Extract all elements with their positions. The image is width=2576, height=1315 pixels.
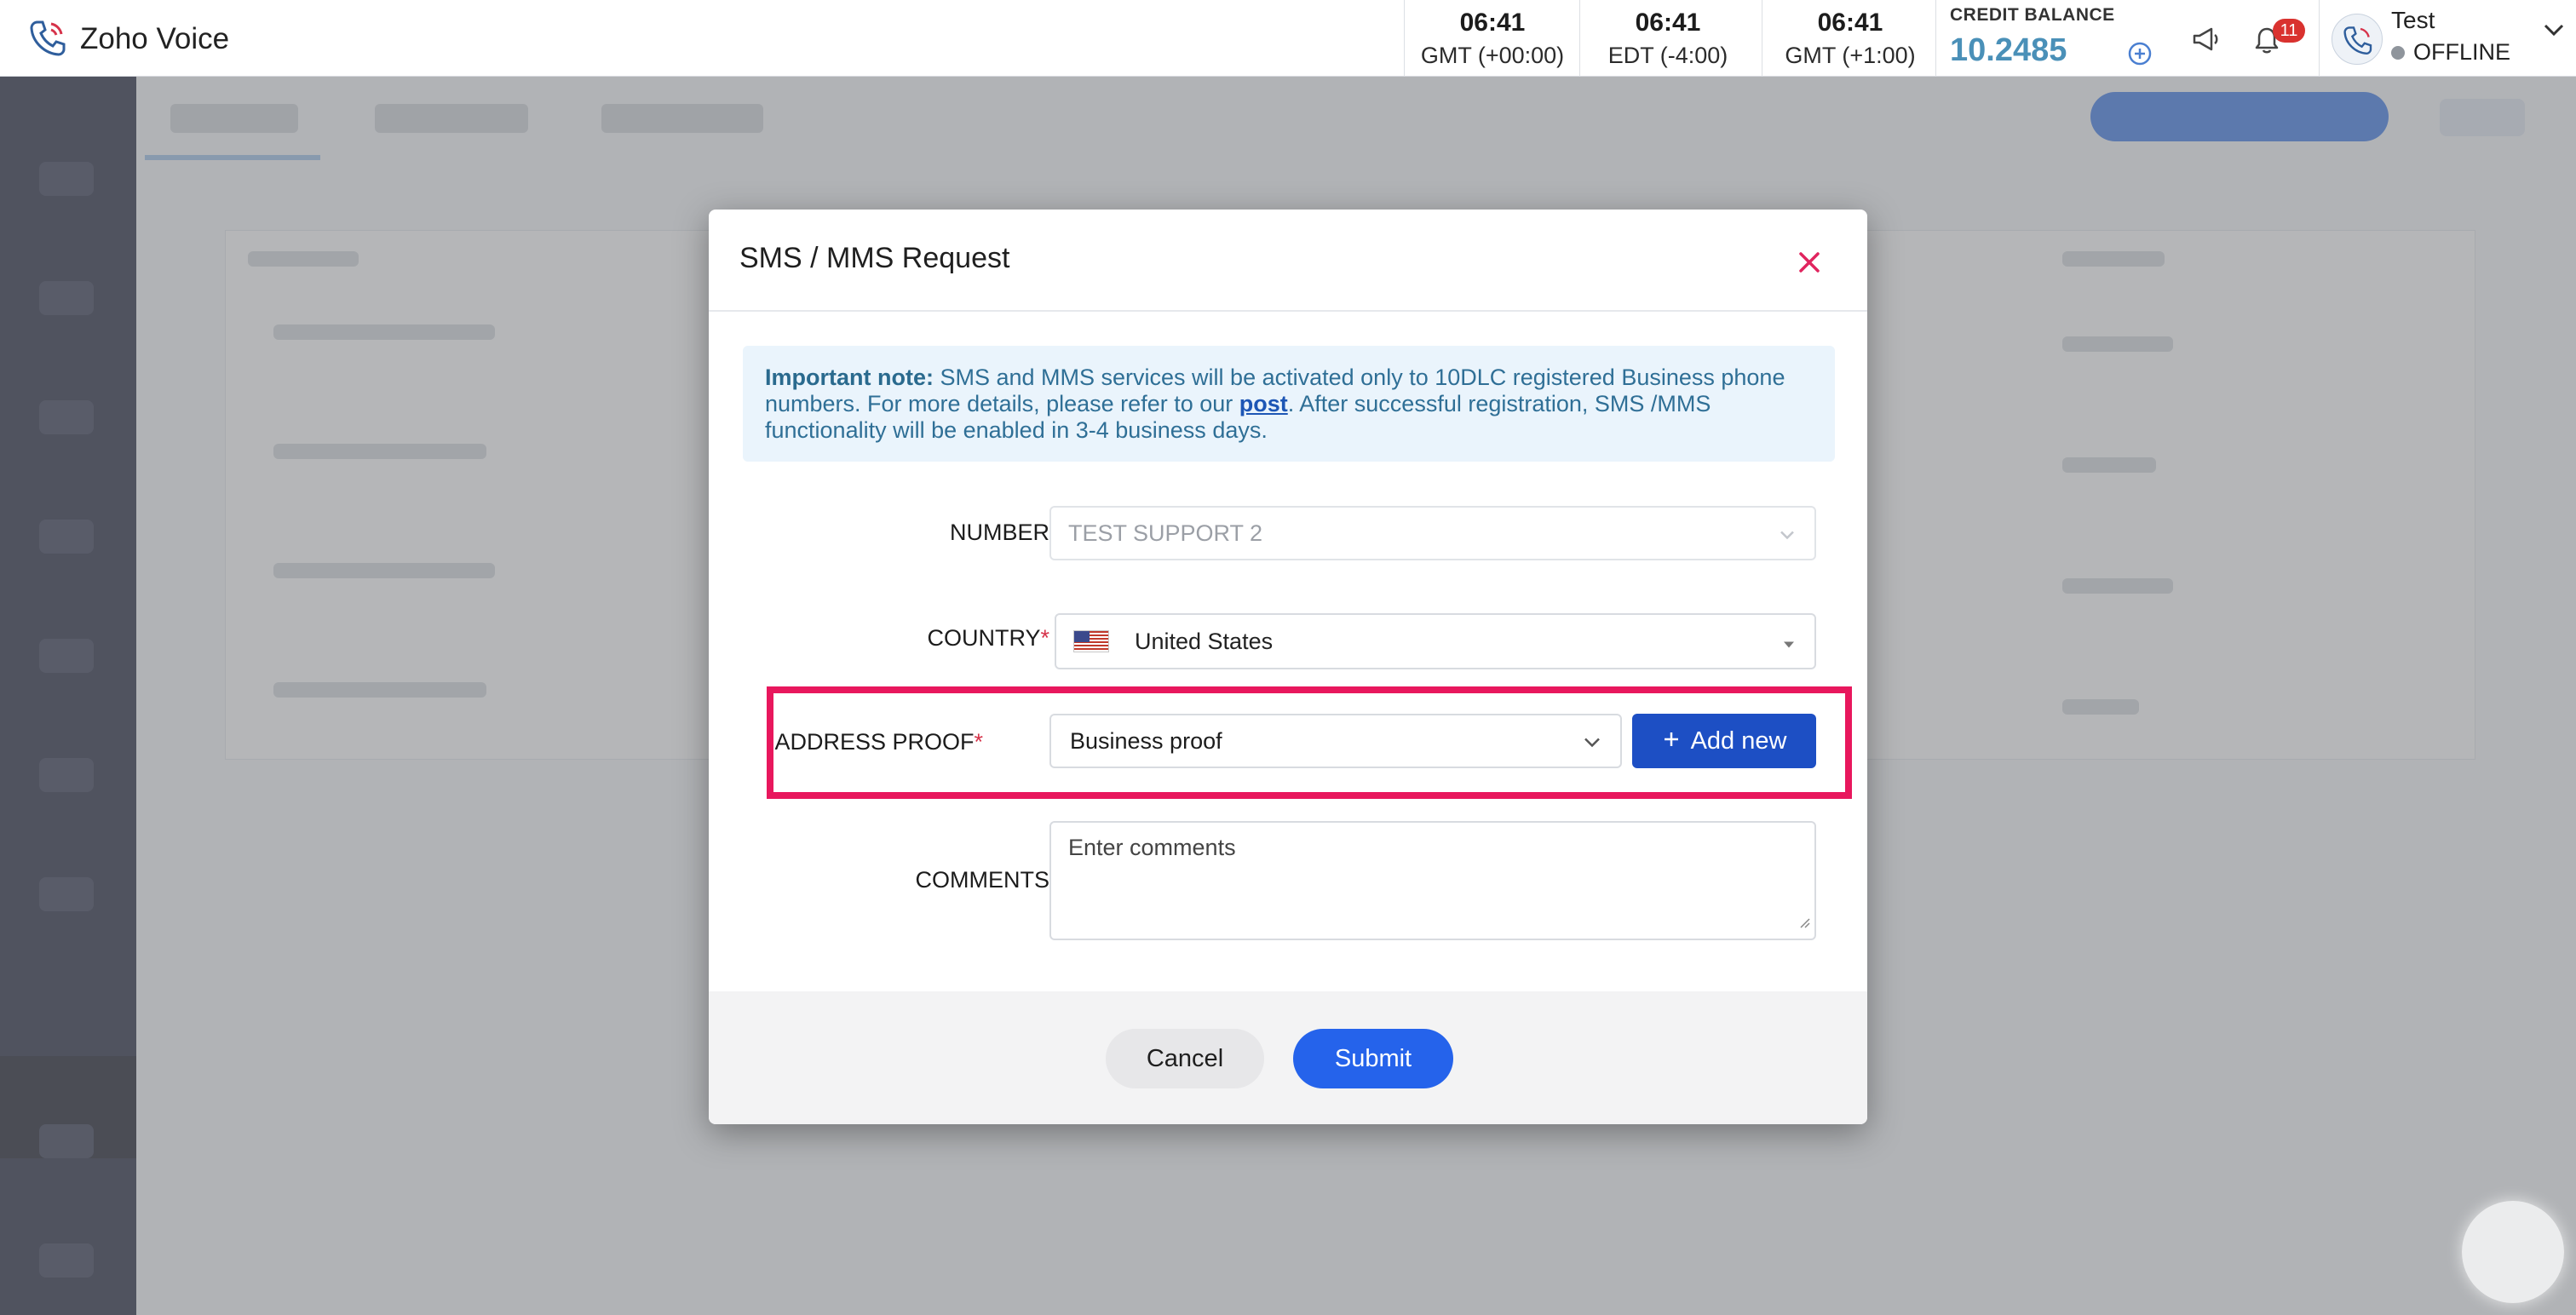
country-select-value: United States <box>1135 628 1274 654</box>
sms-mms-request-dialog: SMS / MMS Request Important note: SMS an… <box>709 210 1867 1124</box>
top-header: Zoho Voice 06:41 GMT (+00:00) 06:41 EDT … <box>0 0 2576 77</box>
add-new-label: Add new <box>1690 726 1787 755</box>
chat-widget-button[interactable] <box>2462 1201 2564 1303</box>
credit-balance: CREDIT BALANCE 10.2485 <box>1935 0 2154 77</box>
clock-bst: 06:41 GMT (+1:00) <box>1762 0 1938 77</box>
credit-balance-value: 10.2485 <box>1950 32 2067 68</box>
country-select[interactable]: United States <box>1055 613 1816 669</box>
chevron-down-icon[interactable] <box>2543 22 2565 42</box>
clock-edt: 06:41 EDT (-4:00) <box>1579 0 1756 77</box>
close-icon[interactable] <box>1792 245 1826 279</box>
important-note: Important note: SMS and MMS services wil… <box>743 346 1835 462</box>
dialog-header: SMS / MMS Request <box>709 210 1867 312</box>
dialog-footer: Cancel Submit <box>709 991 1867 1124</box>
required-asterisk: * <box>1040 625 1049 651</box>
cancel-button[interactable]: Cancel <box>1106 1029 1264 1088</box>
post-link[interactable]: post <box>1239 391 1288 416</box>
clock-zone: GMT (+00:00) <box>1420 42 1565 68</box>
clock-time: 06:41 <box>1635 8 1701 37</box>
phone-logo-icon <box>26 15 68 62</box>
resize-handle-icon[interactable] <box>1797 909 1811 935</box>
clock-zone: GMT (+1:00) <box>1785 42 1916 68</box>
chevron-down-icon <box>1583 728 1601 755</box>
address-proof-label: ADDRESS PROOF* <box>709 729 983 755</box>
clock-time: 06:41 <box>1817 8 1883 37</box>
note-heading: Important note: <box>765 365 934 390</box>
user-status-label: OFFLINE <box>2413 39 2511 65</box>
notification-count-badge: 11 <box>2273 19 2305 43</box>
dialog-title: SMS / MMS Request <box>739 242 1010 274</box>
clock-gmt: 06:41 GMT (+00:00) <box>1404 0 1580 77</box>
us-flag-icon <box>1073 630 1109 652</box>
submit-button[interactable]: Submit <box>1293 1029 1453 1088</box>
comments-label: COMMENTS <box>915 867 1050 893</box>
address-proof-select[interactable]: Business proof <box>1049 714 1622 768</box>
plus-icon <box>1662 727 1681 755</box>
number-label: NUMBER <box>949 520 1049 545</box>
app-title: Zoho Voice <box>80 21 230 55</box>
user-status: OFFLINE <box>2391 39 2510 66</box>
country-label-text: COUNTRY <box>927 625 1041 651</box>
caret-down-icon <box>1782 629 1796 655</box>
address-proof-label-text: ADDRESS PROOF <box>774 729 975 755</box>
number-select-value: TEST SUPPORT 2 <box>1068 520 1263 546</box>
number-select: TEST SUPPORT 2 <box>1049 506 1816 560</box>
add-new-button[interactable]: Add new <box>1632 714 1816 768</box>
country-label: COUNTRY* <box>709 625 1049 652</box>
avatar[interactable] <box>2332 14 2383 65</box>
user-menu[interactable]: Test OFFLINE <box>2319 0 2576 77</box>
comments-placeholder: Enter comments <box>1068 835 1236 860</box>
megaphone-icon[interactable] <box>2191 26 2222 57</box>
clock-time: 06:41 <box>1459 8 1526 37</box>
credit-balance-label: CREDIT BALANCE <box>1950 5 2115 25</box>
app-logo[interactable]: Zoho Voice <box>26 15 229 62</box>
user-name: Test <box>2391 7 2435 33</box>
address-proof-select-value: Business proof <box>1070 727 1222 754</box>
chevron-down-icon <box>1779 520 1796 547</box>
required-asterisk: * <box>974 729 983 755</box>
status-dot-icon <box>2391 45 2405 60</box>
add-credit-icon[interactable] <box>2127 41 2153 71</box>
comments-textarea[interactable]: Enter comments <box>1049 821 1816 940</box>
clock-zone: EDT (-4:00) <box>1607 42 1728 68</box>
